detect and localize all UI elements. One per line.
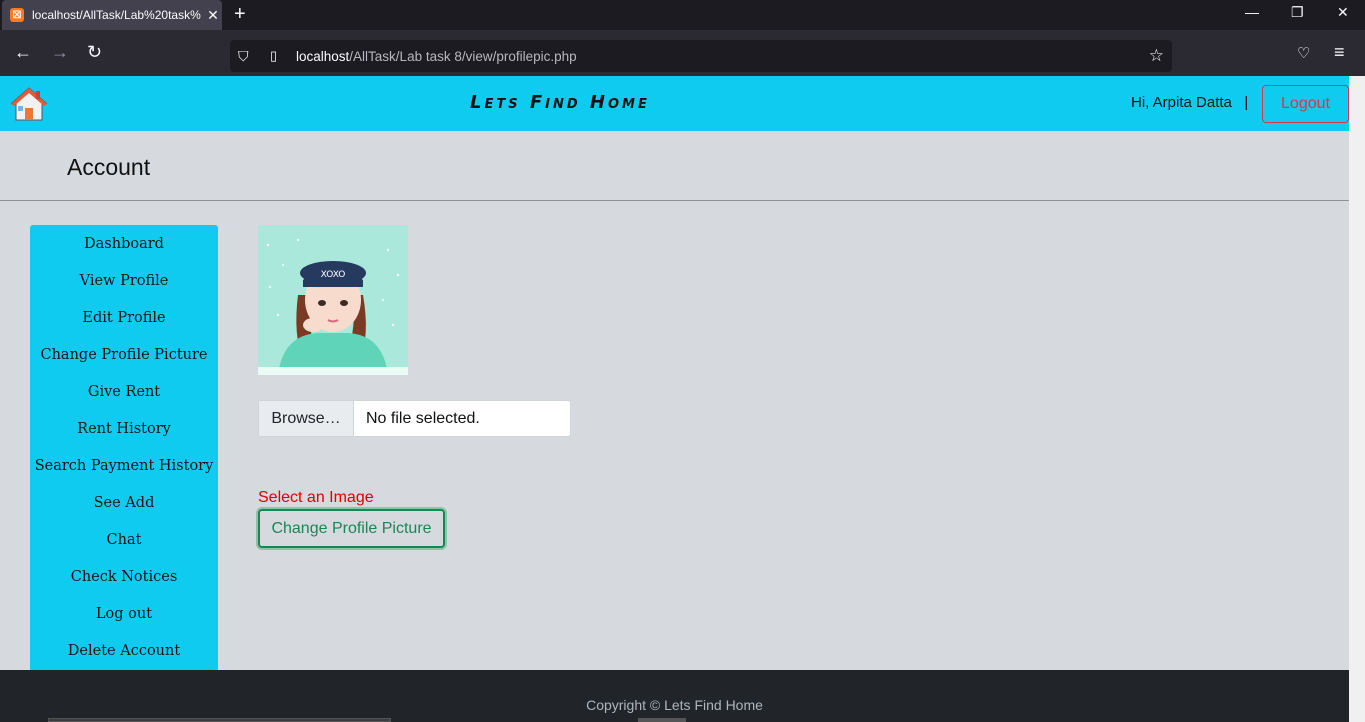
sidebar-item-change-profile-picture[interactable]: Change Profile Picture xyxy=(30,347,218,363)
sidebar-item-delete-account[interactable]: Delete Account xyxy=(30,643,218,659)
url-bar[interactable]: ⛉ ▯ localhost/AllTask/Lab task 8/view/pr… xyxy=(230,40,1172,72)
svg-text:XOXO: XOXO xyxy=(321,270,346,280)
minimize-window-icon[interactable]: — xyxy=(1245,4,1259,20)
site-brand[interactable]: Lets Find Home xyxy=(470,92,650,113)
sidebar-item-give-rent[interactable]: Give Rent xyxy=(30,384,218,400)
sidebar-item-chat[interactable]: Chat xyxy=(30,532,218,548)
page-title: Account xyxy=(67,154,151,180)
pocket-icon[interactable]: ♡ xyxy=(1297,44,1310,62)
browser-tab[interactable]: ☒ localhost/AllTask/Lab%20task% ✕ xyxy=(2,0,222,30)
file-input-status: No file selected. xyxy=(366,409,480,427)
sidebar-item-see-add[interactable]: See Add xyxy=(30,495,218,511)
browse-button[interactable]: Browse… xyxy=(259,401,354,436)
sidebar: Dashboard View Profile Edit Profile Chan… xyxy=(30,225,218,670)
reload-icon[interactable]: ↻ xyxy=(87,42,102,63)
horizontal-scrollbar-track[interactable] xyxy=(48,718,391,722)
close-window-icon[interactable]: ✕ xyxy=(1337,4,1349,21)
page-info-icon[interactable]: ▯ xyxy=(270,48,286,64)
greeting-text: Hi, Arpita Datta xyxy=(1131,94,1232,111)
close-tab-icon[interactable]: ✕ xyxy=(204,7,222,24)
sidebar-item-rent-history[interactable]: Rent History xyxy=(30,421,218,437)
browser-tab-title: localhost/AllTask/Lab%20task% xyxy=(32,8,201,22)
xampp-favicon-icon: ☒ xyxy=(10,8,24,22)
sidebar-item-edit-profile[interactable]: Edit Profile xyxy=(30,310,218,326)
shield-icon[interactable]: ⛉ xyxy=(238,48,256,65)
logout-button[interactable]: Logout xyxy=(1262,85,1349,123)
divider xyxy=(0,200,1349,201)
greeting-separator: | xyxy=(1244,94,1249,111)
horizontal-scrollbar-thumb[interactable] xyxy=(638,718,686,722)
bookmark-star-icon[interactable]: ☆ xyxy=(1149,46,1164,66)
sidebar-item-check-notices[interactable]: Check Notices xyxy=(30,569,218,585)
url-path: /AllTask/Lab task 8/view/profilepic.php xyxy=(349,48,577,64)
sidebar-item-dashboard[interactable]: Dashboard xyxy=(30,236,218,252)
vertical-scrollbar[interactable] xyxy=(1349,76,1365,722)
back-icon[interactable]: ← xyxy=(14,42,32,63)
site-footer: Copyright © Lets Find Home xyxy=(0,670,1349,722)
forward-icon[interactable]: → xyxy=(51,42,69,63)
restore-window-icon[interactable]: ❐ xyxy=(1291,4,1304,21)
home-icon[interactable] xyxy=(10,86,48,122)
sidebar-item-log-out[interactable]: Log out xyxy=(30,606,218,622)
user-greeting: Hi, Arpita Datta | xyxy=(1131,94,1248,111)
app-menu-icon[interactable]: ≡ xyxy=(1334,42,1345,63)
sidebar-item-search-payment-history[interactable]: Search Payment History xyxy=(30,458,218,474)
url-host: localhost xyxy=(296,48,350,64)
sidebar-item-view-profile[interactable]: View Profile xyxy=(30,273,218,289)
browser-tabstrip: ☒ localhost/AllTask/Lab%20task% ✕ + — ❐ … xyxy=(0,0,1365,30)
change-profile-picture-button[interactable]: Change Profile Picture xyxy=(258,509,445,548)
site-header: Lets Find Home Hi, Arpita Datta | Logout xyxy=(0,76,1349,131)
new-tab-icon[interactable]: + xyxy=(234,3,246,26)
copyright-text: Copyright © Lets Find Home xyxy=(586,697,763,713)
page-viewport: Lets Find Home Hi, Arpita Datta | Logout… xyxy=(0,76,1349,722)
validation-error: Select an Image xyxy=(258,489,374,506)
file-input[interactable]: Browse… No file selected. xyxy=(258,400,571,437)
profile-picture-avatar: XOXO xyxy=(258,225,408,375)
